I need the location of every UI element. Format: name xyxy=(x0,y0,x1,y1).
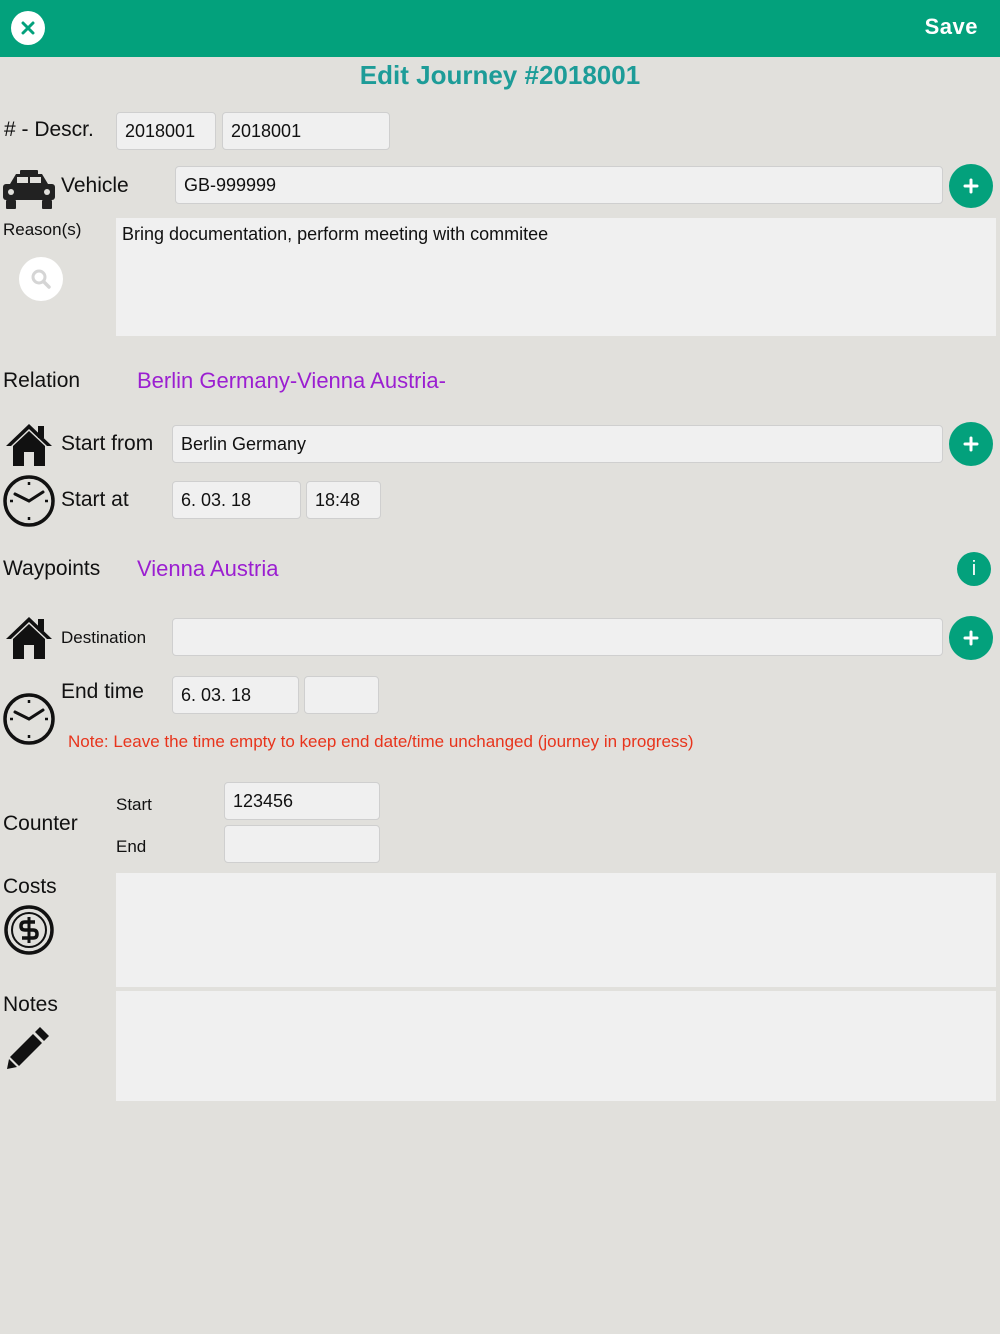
close-button[interactable] xyxy=(11,11,45,45)
relation-label: Relation xyxy=(3,369,81,392)
clock-icon xyxy=(3,693,55,745)
end-time-note: Note: Leave the time empty to keep end d… xyxy=(68,732,694,751)
plus-icon xyxy=(963,436,979,452)
dollar-icon xyxy=(4,905,54,955)
relation-value: Berlin Germany-Vienna Austria- xyxy=(137,368,446,393)
search-icon xyxy=(31,269,51,289)
top-bar xyxy=(0,0,1000,57)
add-vehicle-button[interactable] xyxy=(949,164,993,208)
costs-field[interactable] xyxy=(116,873,996,987)
reasons-label: Reason(s) xyxy=(3,220,82,239)
counter-end-field[interactable] xyxy=(224,825,380,863)
waypoints-info-button[interactable]: i xyxy=(957,552,991,586)
search-reasons-button[interactable] xyxy=(19,257,63,301)
costs-label: Costs xyxy=(3,875,57,898)
destination-label: Destination xyxy=(61,628,147,647)
journey-number-field[interactable]: 2018001 xyxy=(116,112,216,150)
add-start-location-button[interactable] xyxy=(949,422,993,466)
plus-icon xyxy=(963,630,979,646)
vehicle-label: Vehicle xyxy=(61,174,129,197)
waypoints-value: Vienna Austria xyxy=(137,556,279,581)
reasons-field[interactable]: Bring documentation, perform meeting wit… xyxy=(116,218,996,336)
counter-label: Counter xyxy=(3,812,78,835)
house-icon xyxy=(6,617,52,659)
counter-end-label: End xyxy=(116,837,147,856)
end-time-field[interactable] xyxy=(304,676,379,714)
info-icon: i xyxy=(971,557,977,580)
save-button[interactable]: Save xyxy=(925,14,978,40)
add-destination-button[interactable] xyxy=(949,616,993,660)
start-from-label: Start from xyxy=(61,432,154,455)
page-title: Edit Journey #2018001 xyxy=(359,60,641,90)
number-descr-label: # - Descr. xyxy=(4,118,94,141)
plus-icon xyxy=(963,178,979,194)
start-at-label: Start at xyxy=(61,488,129,511)
pencil-icon xyxy=(7,1027,49,1069)
journey-descr-field[interactable]: 2018001 xyxy=(222,112,390,150)
start-date-field[interactable]: 6. 03. 18 xyxy=(172,481,301,519)
close-icon xyxy=(21,21,35,35)
counter-start-label: Start xyxy=(116,795,152,814)
clock-icon xyxy=(3,475,55,527)
start-from-field[interactable]: Berlin Germany xyxy=(172,425,943,463)
vehicle-field[interactable]: GB-999999 xyxy=(175,166,943,204)
end-date-field[interactable]: 6. 03. 18 xyxy=(172,676,299,714)
car-icon xyxy=(3,170,55,209)
house-icon xyxy=(6,424,52,466)
notes-label: Notes xyxy=(3,993,58,1016)
waypoints-label: Waypoints xyxy=(3,557,101,580)
counter-start-field[interactable]: 123456 xyxy=(224,782,380,820)
destination-field[interactable] xyxy=(172,618,943,656)
end-time-label: End time xyxy=(61,680,144,703)
start-time-field[interactable]: 18:48 xyxy=(306,481,381,519)
notes-field[interactable] xyxy=(116,991,996,1101)
